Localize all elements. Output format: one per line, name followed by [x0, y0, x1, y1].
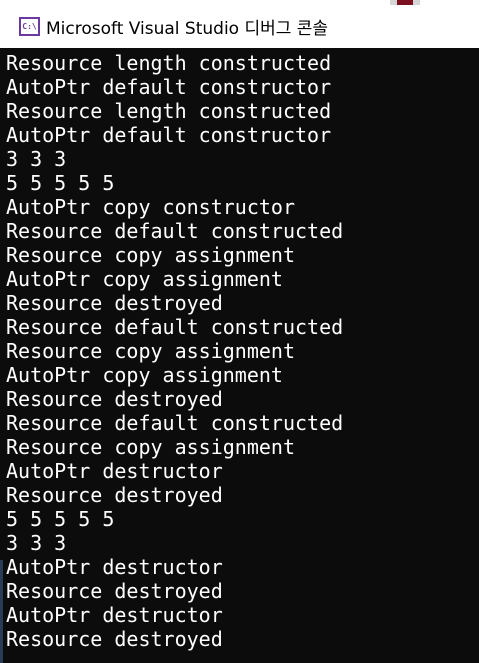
console-line: 3 3 3 [6, 147, 67, 171]
console-line: Resource copy assignment [6, 435, 295, 459]
console-line: Resource copy assignment [6, 339, 295, 363]
console-output-area[interactable]: Resource length constructed AutoPtr defau… [0, 48, 479, 663]
console-line: 3 3 3 [6, 531, 67, 555]
console-line: Resource length constructed [6, 99, 332, 123]
background-window-accent [397, 0, 413, 5]
console-window: C:\ Microsoft Visual Studio 디버그 콘솔 Resou… [0, 0, 479, 663]
console-line: AutoPtr default constructor [6, 123, 332, 147]
console-line: Resource length constructed [6, 51, 332, 75]
console-line: Resource default constructed [6, 315, 344, 339]
console-line: Resource destroyed [6, 579, 223, 603]
console-line: Resource destroyed [6, 291, 223, 315]
console-line: AutoPtr default constructor [6, 75, 332, 99]
title-bar[interactable]: C:\ Microsoft Visual Studio 디버그 콘솔 [0, 0, 479, 48]
console-line: AutoPtr destructor [6, 603, 223, 627]
console-lines: Resource length constructed AutoPtr defau… [6, 51, 343, 651]
console-line: AutoPtr destructor [6, 555, 223, 579]
console-line: AutoPtr copy assignment [6, 363, 283, 387]
background-window-edge-left [0, 560, 3, 663]
console-line: AutoPtr copy assignment [6, 267, 283, 291]
console-line: Resource destroyed [6, 627, 223, 651]
console-line: Resource destroyed [6, 483, 223, 507]
console-line: Resource copy assignment [6, 243, 295, 267]
console-line: 5 5 5 5 5 [6, 507, 115, 531]
console-line: AutoPtr copy constructor [6, 195, 295, 219]
console-app-icon: C:\ [19, 17, 40, 36]
window-title: Microsoft Visual Studio 디버그 콘솔 [46, 19, 329, 39]
console-line: Resource destroyed [6, 387, 223, 411]
console-line: 5 5 5 5 5 [6, 171, 115, 195]
console-line: AutoPtr destructor [6, 459, 223, 483]
console-line: Resource default constructed [6, 411, 344, 435]
console-line: Resource default constructed [6, 219, 344, 243]
